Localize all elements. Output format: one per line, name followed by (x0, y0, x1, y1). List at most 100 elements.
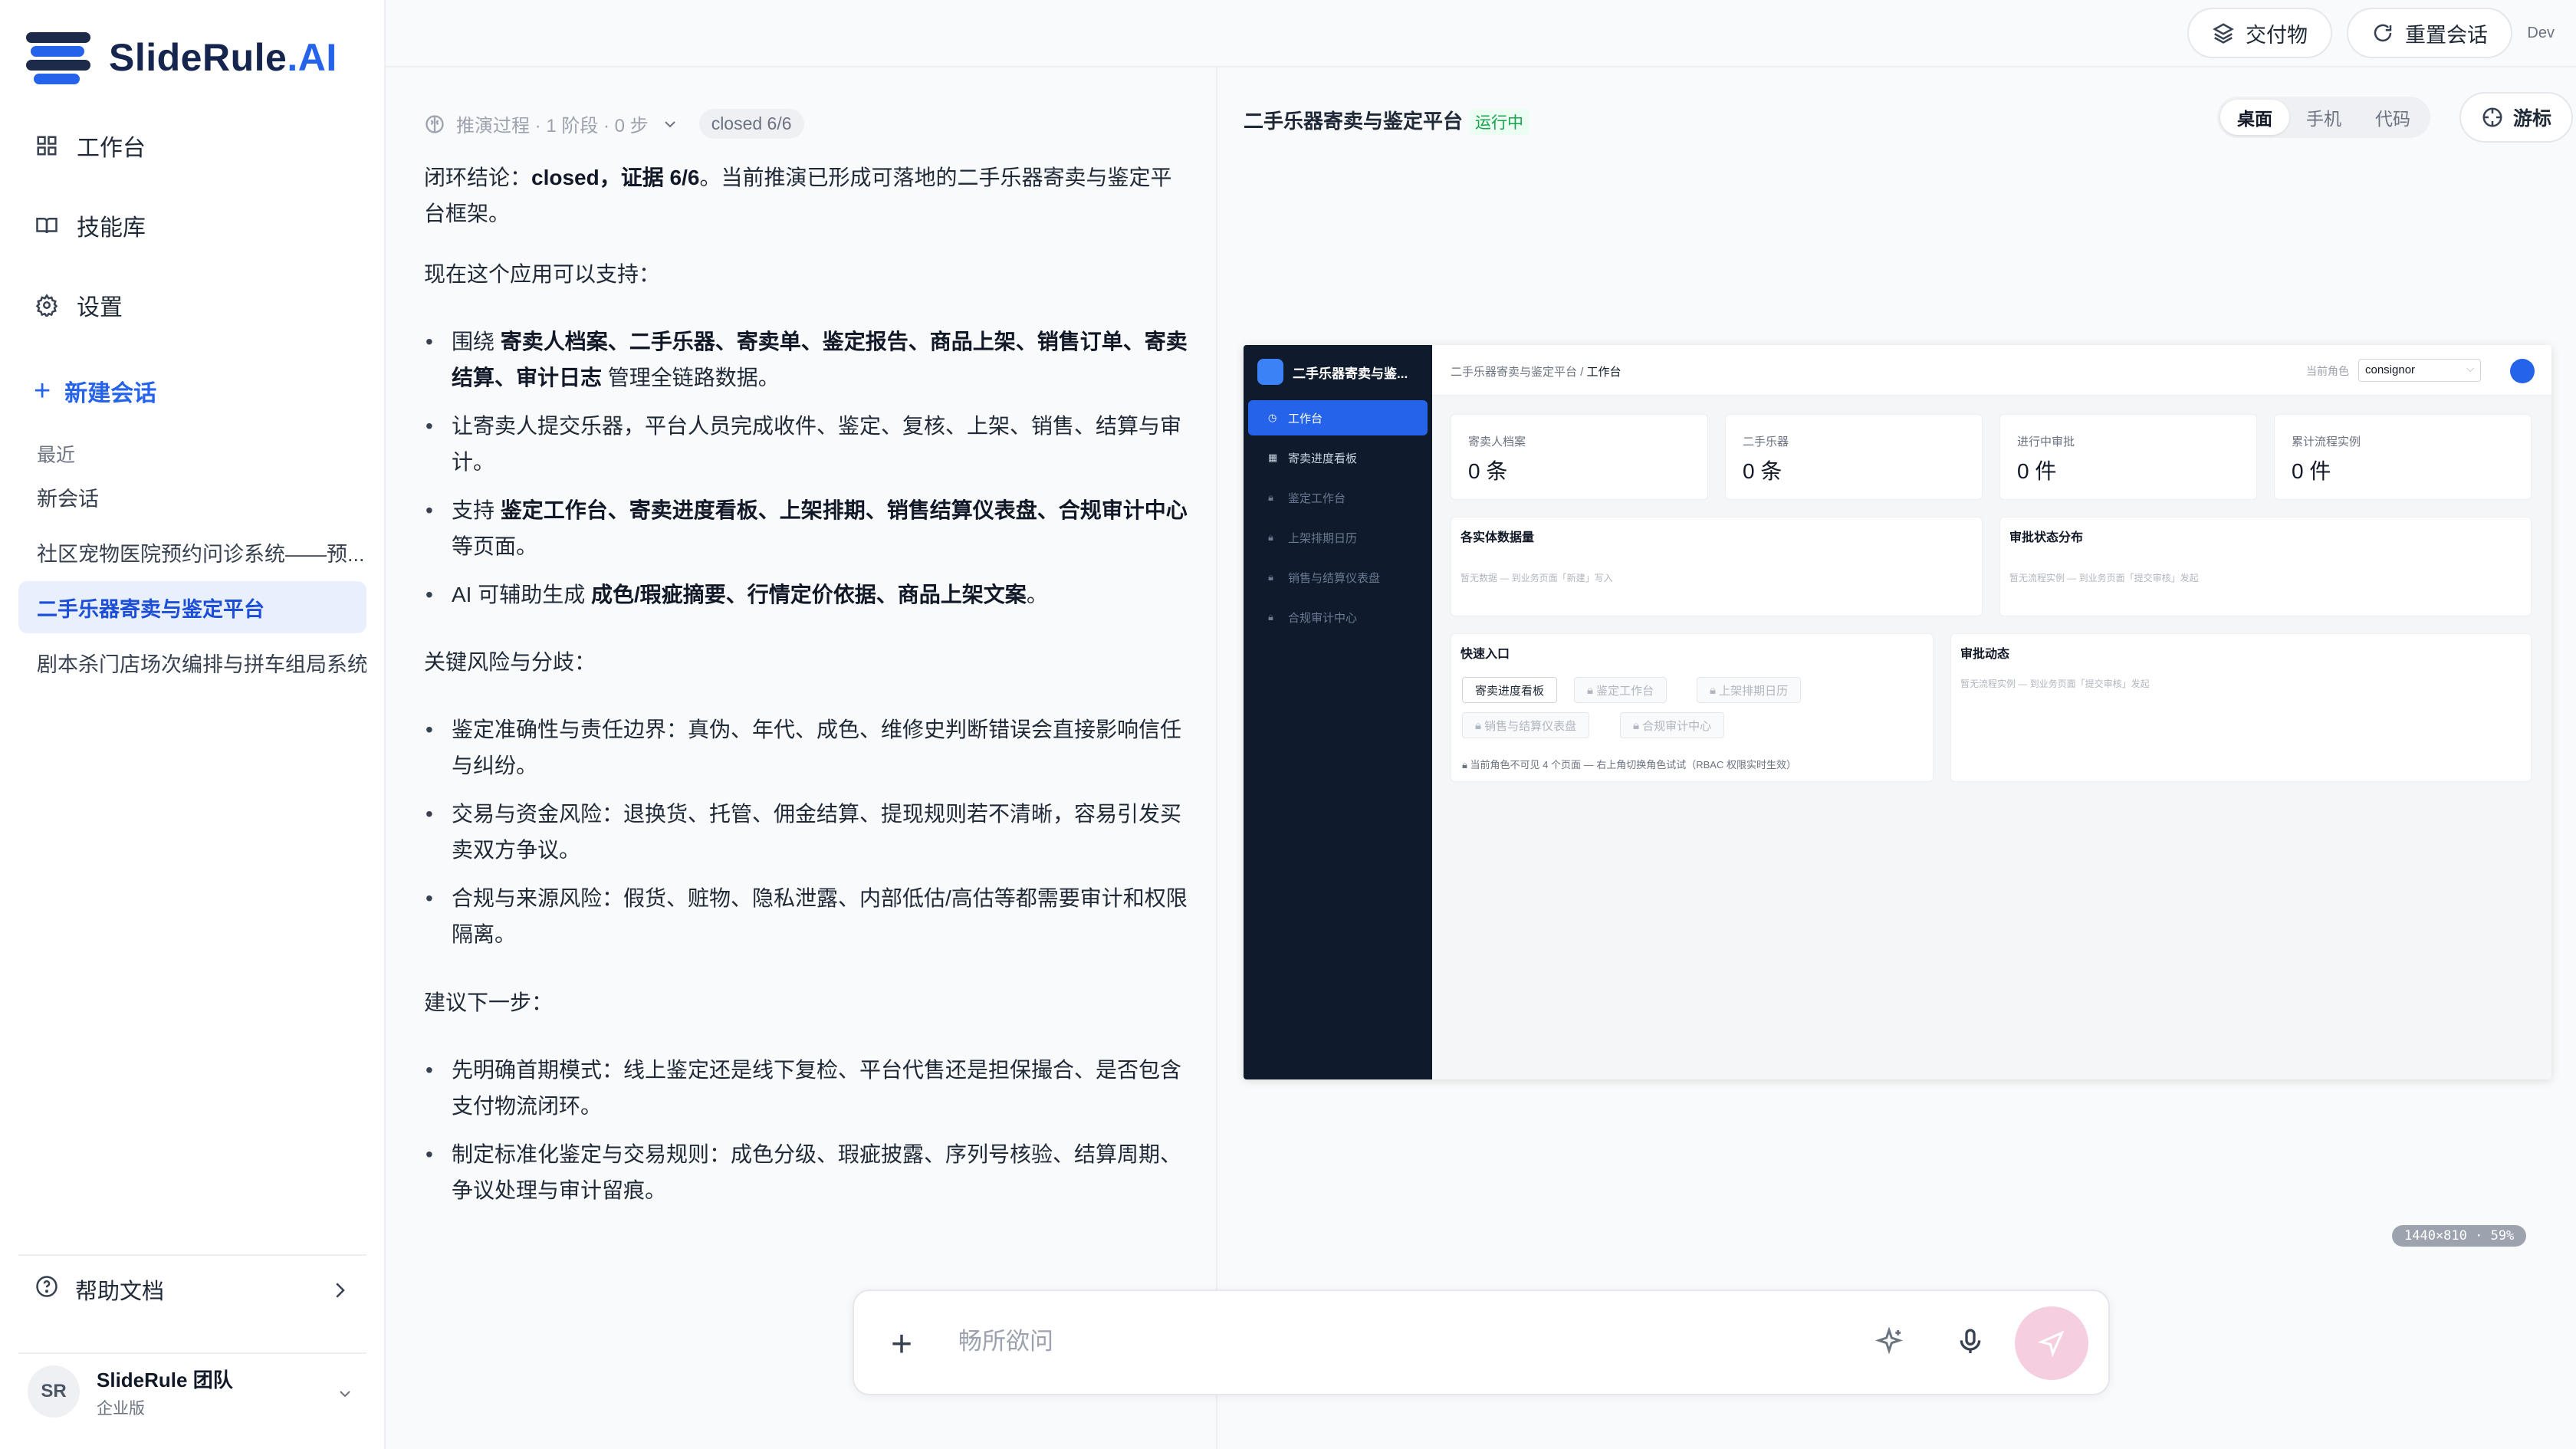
brand-logo[interactable]: SlideRule.AI (26, 31, 337, 84)
sparkle-icon[interactable] (1874, 1326, 1904, 1361)
lock-icon: 🔒︎ (1633, 718, 1643, 732)
role-value: consignor (2365, 363, 2416, 376)
team-name: SlideRule 团队 (97, 1368, 233, 1392)
chevron-right-icon (328, 1279, 351, 1308)
chip-label: 上架排期日历 (1719, 684, 1789, 698)
trace-toggle[interactable]: 推演过程 · 1 阶段 · 0 步 closed 6/6 (424, 109, 804, 139)
stat-card: 累计流程实例 0 件 (2274, 414, 2532, 500)
quick-entry-chip[interactable]: 寄卖进度看板 (1462, 677, 1558, 703)
reset-label: 重置会话 (2405, 23, 2488, 47)
quick-entry-chip-locked[interactable]: 🔒︎ 销售与结算仪表盘 (1462, 712, 1590, 738)
deliverables-button[interactable]: 交付物 (2187, 8, 2332, 58)
mode-code[interactable]: 代码 (2358, 100, 2427, 135)
preview-nav-item[interactable]: 🔒︎ 销售与结算仪表盘 (1248, 560, 1428, 595)
quick-entry-chip-locked[interactable]: 🔒︎ 上架排期日历 (1697, 677, 1802, 703)
app-logo-icon (1257, 359, 1283, 385)
book-icon (34, 212, 60, 238)
text-bold: 成色/瑕疵摘要、行情定价依据、商品上架文案 (591, 583, 1027, 606)
brand-suffix: .AI (287, 36, 337, 79)
recent-item[interactable]: 新会话 (18, 471, 366, 523)
recent-label: 最近 (37, 445, 76, 466)
preview-nav-item[interactable]: ◷ 工作台 (1248, 400, 1428, 435)
nav-item-skills[interactable]: 技能库 (34, 202, 146, 248)
text: 闭环结论： (424, 166, 532, 189)
preview-panel: 二手乐器寄卖与鉴定平台 运行中 桌面 手机 代码 游标 二手乐器寄卖与鉴... … (1219, 67, 2576, 1449)
nav-item-settings[interactable]: 设置 (34, 282, 123, 328)
quick-entry-chip-locked[interactable]: 🔒︎ 合规审计中心 (1620, 712, 1725, 738)
layers-icon (2212, 21, 2235, 44)
reset-session-button[interactable]: 重置会话 (2347, 8, 2512, 58)
nav-label: 工作台 (1288, 412, 1323, 426)
deliverables-label: 交付物 (2246, 23, 2308, 47)
lock-icon: 🔒︎ (1587, 683, 1597, 697)
stat-value: 0 件 (2292, 459, 2331, 483)
mode-mobile[interactable]: 手机 (2289, 100, 2358, 135)
cursor-label: 游标 (2513, 108, 2552, 130)
trace-label: 推演过程 · 1 阶段 · 0 步 (456, 116, 649, 136)
conclusion-paragraph: 闭环结论：closed，证据 6/6。当前推演已形成可落地的二手乐器寄卖与鉴定平… (424, 159, 1191, 232)
preview-sidebar: 二手乐器寄卖与鉴... ◷ 工作台 ▦ 寄卖进度看板 🔒︎ 鉴定工作台 🔒︎ 上架排期日… (1244, 345, 1432, 1079)
approval-distribution-panel: 审批状态分布 暂无流程实例 — 到业务页面「提交审核」发起 (1999, 517, 2532, 616)
app-preview-frame[interactable]: 二手乐器寄卖与鉴... ◷ 工作台 ▦ 寄卖进度看板 🔒︎ 鉴定工作台 🔒︎ 上架排期日… (1244, 345, 2551, 1079)
stat-label: 二手乐器 (1743, 435, 1789, 449)
team-switcher[interactable]: SR SlideRule 团队 企业版 (18, 1352, 366, 1429)
user-avatar-icon[interactable] (2510, 359, 2535, 383)
lock-icon: 🔒︎ (1462, 759, 1470, 770)
list-item: 支持 鉴定工作台、寄卖进度看板、上架排期、销售结算仪表盘、合规审计中心 等页面。 (424, 492, 1191, 564)
preview-header: 二手乐器寄卖与鉴定平台 / 工作台 当前角色 consignor ⌵ (1432, 345, 2551, 396)
recent-item[interactable]: 社区宠物医院预约问诊系统——预... (18, 526, 366, 578)
new-chat-button[interactable]: + 新建会话 (34, 374, 156, 408)
panel-title: 各实体数据量 (1460, 531, 1535, 544)
plus-icon: + (34, 374, 51, 407)
resolution-badge: 1440×810 · 59% (2392, 1225, 2527, 1247)
preview-nav-item[interactable]: 🔒︎ 上架排期日历 (1248, 520, 1428, 555)
lock-icon: 🔒︎ (1710, 683, 1720, 697)
microphone-icon[interactable] (1955, 1326, 1986, 1361)
preview-brand: 二手乐器寄卖与鉴... (1257, 359, 1408, 385)
text: 。 (1026, 583, 1048, 606)
list-item: 围绕 寄卖人档案、二手乐器、寄卖单、鉴定报告、商品上架、销售订单、寄卖结算、审计… (424, 324, 1191, 396)
send-button[interactable] (2015, 1306, 2088, 1380)
chat-input[interactable] (958, 1322, 1878, 1362)
nav-item-workbench[interactable]: 工作台 (34, 123, 146, 169)
chevron-down-icon (336, 1385, 354, 1407)
list-item: 制定标准化鉴定与交易规则：成色分级、瑕疵披露、序列号核验、结算周期、争议处理与审… (424, 1136, 1191, 1208)
breadcrumb: 二手乐器寄卖与鉴定平台 / 工作台 (1451, 363, 1622, 380)
recent-item[interactable]: 剧本杀门店场次编排与拼车组局系统 (18, 636, 366, 688)
stat-label: 寄卖人档案 (1468, 435, 1526, 449)
empty-state: 暂无流程实例 — 到业务页面「提交审核」发起 (2009, 573, 2199, 583)
grid-icon (34, 133, 60, 159)
quick-entry-chip-locked[interactable]: 🔒︎ 鉴定工作台 (1574, 677, 1668, 703)
help-docs-button[interactable]: 帮助文档 (18, 1254, 366, 1323)
status-badge: closed 6/6 (698, 109, 804, 139)
text-bold: 鉴定工作台、寄卖进度看板、上架排期、销售结算仪表盘、合规审计中心 (500, 498, 1188, 522)
table-icon: ▦ (1268, 452, 1278, 463)
avatar: SR (28, 1365, 80, 1418)
empty-state: 暂无数据 — 到业务页面「新建」写入 (1460, 573, 1613, 583)
quick-entry-panel: 快速入口 寄卖进度看板 🔒︎ 鉴定工作台 🔒︎ 上架排期日历 🔒︎ 销售与结算仪… (1451, 633, 1934, 782)
preview-nav-item[interactable]: 🔒︎ 合规审计中心 (1248, 600, 1428, 635)
dev-label: Dev (2527, 25, 2555, 41)
attach-plus-icon[interactable]: + (891, 1323, 912, 1365)
cursor-button[interactable]: 游标 (2459, 92, 2574, 143)
nav-label: 技能库 (77, 215, 146, 241)
preview-nav-item[interactable]: 🔒︎ 鉴定工作台 (1248, 480, 1428, 515)
preview-nav-item[interactable]: ▦ 寄卖进度看板 (1248, 440, 1428, 475)
mode-desktop[interactable]: 桌面 (2220, 100, 2289, 135)
empty-state: 暂无流程实例 — 到业务页面「提交审核」发起 (1960, 678, 2150, 689)
recent-item-active[interactable]: 二手乐器寄卖与鉴定平台 (18, 581, 366, 633)
support-heading: 现在这个应用可以支持： (424, 262, 661, 286)
refresh-icon (2371, 21, 2394, 44)
chip-label: 合规审计中心 (1642, 719, 1712, 733)
role-select[interactable]: consignor ⌵ (2358, 359, 2481, 382)
breadcrumb-root[interactable]: 二手乐器寄卖与鉴定平台 (1451, 366, 1577, 379)
text: AI 可辅助生成 (452, 583, 592, 606)
nav-label: 合规审计中心 (1288, 611, 1358, 625)
logo-icon (26, 31, 90, 84)
list-item: AI 可辅助生成 成色/瑕疵摘要、行情定价依据、商品上架文案。 (424, 577, 1191, 613)
nav-label: 销售与结算仪表盘 (1288, 571, 1381, 585)
rbac-note: 🔒︎ 当前角色不可见 4 个页面 — 右上角切换角色试试（RBAC 权限实时生效… (1462, 757, 1796, 771)
nav-label: 工作台 (77, 136, 146, 161)
lock-icon: 🔒︎ (1268, 491, 1273, 503)
help-label: 帮助文档 (75, 1280, 165, 1304)
